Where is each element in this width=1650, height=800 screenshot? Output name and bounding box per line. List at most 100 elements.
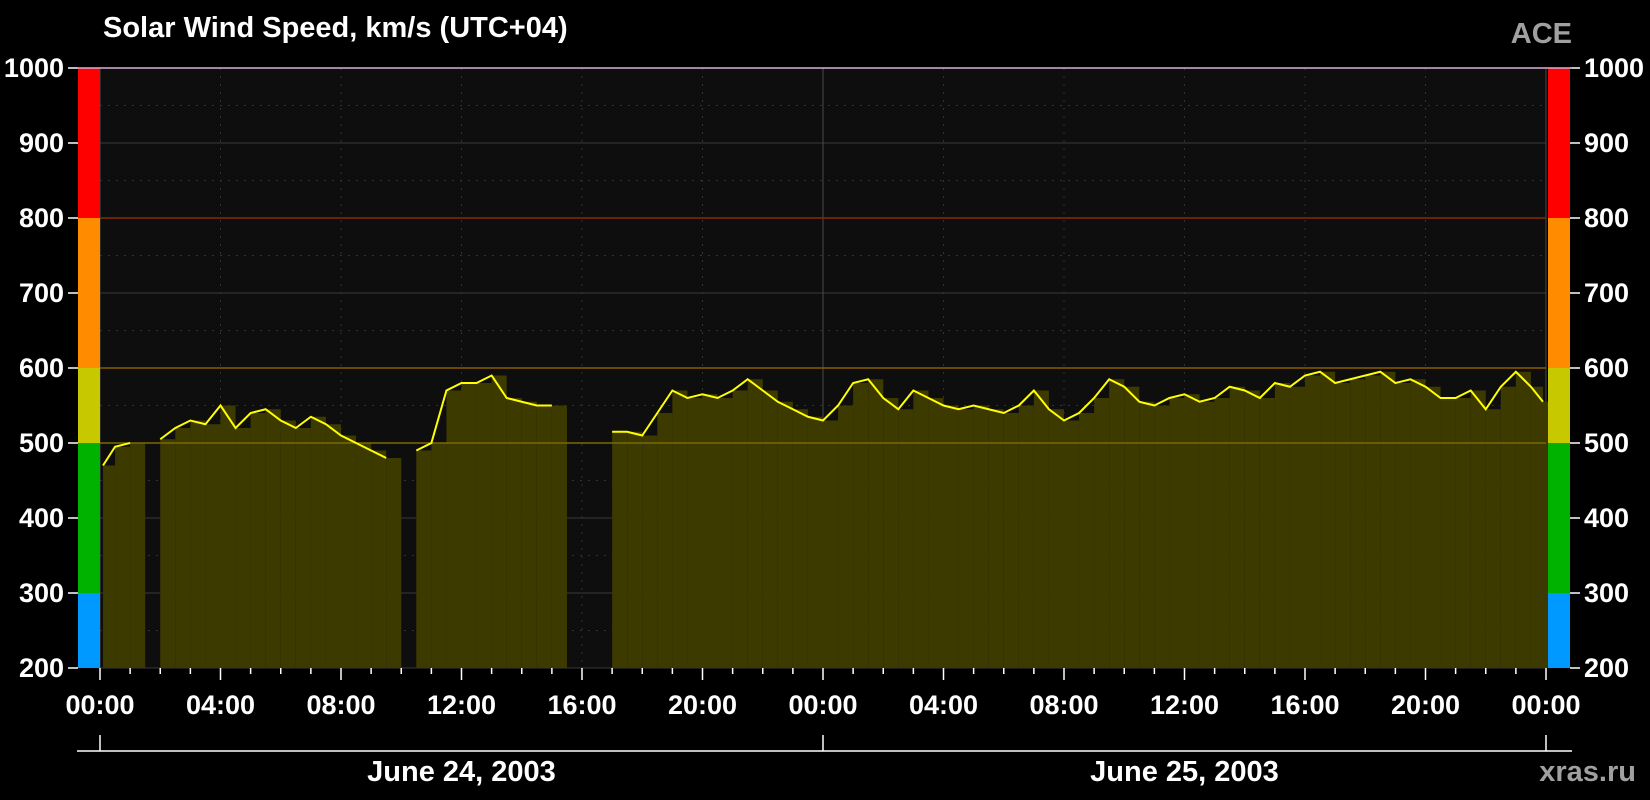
speed-bar (642, 435, 658, 668)
speed-bar (310, 416, 326, 668)
level-band (1548, 593, 1570, 668)
y-tick-label: 400 (19, 503, 64, 533)
speed-bar (1305, 375, 1321, 668)
y-tick-label: 700 (19, 278, 64, 308)
speed-bar (1244, 390, 1260, 668)
speed-bar (928, 398, 944, 668)
speed-bar (356, 443, 372, 668)
speed-bar (1154, 405, 1170, 668)
speed-bar (823, 420, 839, 668)
speed-bar (461, 383, 477, 668)
level-bands-left (78, 68, 100, 668)
speed-bar (1259, 398, 1275, 668)
speed-bar (762, 390, 778, 668)
speed-bar (898, 409, 914, 668)
y-tick-label: 300 (19, 578, 64, 608)
speed-bar (160, 439, 176, 668)
speed-bar (130, 443, 146, 668)
x-tick-label: 04:00 (909, 690, 978, 720)
speed-bar (1124, 386, 1140, 668)
level-bands-right (1548, 68, 1570, 668)
speed-bar (491, 375, 507, 668)
speed-bar (988, 409, 1004, 668)
speed-bar (1470, 390, 1486, 668)
y-tick-label: 600 (1584, 353, 1629, 383)
y-tick-label: 600 (19, 353, 64, 383)
y-tick-label: 1000 (4, 53, 64, 83)
speed-bar (1289, 386, 1305, 668)
x-tick-label: 00:00 (65, 690, 134, 720)
speed-bar (190, 420, 206, 668)
speed-bar (1440, 398, 1456, 668)
speed-bar (1350, 379, 1366, 668)
speed-bar (1500, 386, 1516, 668)
speed-bar (103, 465, 116, 668)
credit-label: xras.ru (1539, 756, 1636, 788)
level-band (1548, 368, 1570, 443)
speed-bar (657, 413, 673, 668)
speed-bar (325, 424, 341, 668)
speed-bar (1515, 371, 1531, 668)
y-tick-label: 200 (19, 653, 64, 683)
speed-bar (747, 379, 763, 668)
speed-bar (1365, 375, 1381, 668)
level-band (78, 218, 100, 368)
speed-bar (175, 428, 191, 668)
speed-bar (838, 405, 854, 668)
speed-bar (536, 405, 552, 668)
speed-bar (1229, 386, 1245, 668)
x-tick-label: 12:00 (427, 690, 496, 720)
solar-wind-chart: 200 300 400 500 600 700 800 900 1000 200 300 400 50… (4, 12, 1644, 788)
speed-bar (1048, 409, 1064, 668)
x-axis: 00:00 04:00 08:00 12:00 16:00 20:00 00:00 04:00… (65, 668, 1581, 720)
speed-bar (807, 416, 823, 668)
speed-bar (627, 431, 643, 668)
speed-bar (1064, 420, 1080, 668)
x-tick-label: 08:00 (1029, 690, 1098, 720)
speed-bar (853, 383, 869, 668)
x-tick-label: 00:00 (788, 690, 857, 720)
speed-bar (280, 420, 296, 668)
speed-bar (551, 405, 567, 668)
speed-bar (1485, 409, 1501, 668)
speed-bar (943, 405, 959, 668)
speed-bar (220, 405, 236, 668)
speed-bar (717, 398, 733, 668)
x-tick-label: 20:00 (1391, 690, 1460, 720)
y-tick-label: 500 (1584, 428, 1629, 458)
date-label: June 24, 2003 (367, 756, 556, 788)
speed-bar (476, 383, 492, 668)
speed-bar (1109, 379, 1125, 668)
speed-bar (612, 431, 628, 668)
speed-bar (371, 450, 387, 668)
speed-bar (687, 398, 703, 668)
speed-bar (1530, 386, 1543, 668)
speed-bar (1094, 398, 1110, 668)
speed-bar (672, 390, 688, 668)
y-tick-label: 200 (1584, 653, 1629, 683)
speed-bar (1380, 371, 1396, 668)
y-tick-label: 800 (19, 203, 64, 233)
speed-bar (702, 394, 718, 668)
speed-bar (1214, 398, 1230, 668)
speed-bar (1395, 383, 1411, 668)
y-tick-label: 1000 (1584, 53, 1644, 83)
speed-bar (958, 409, 974, 668)
speed-bar (416, 450, 432, 668)
speed-bar (431, 443, 447, 668)
speed-bar (1335, 383, 1351, 668)
speed-bar (1079, 413, 1095, 668)
speed-bar (1274, 383, 1290, 668)
speed-bar (1003, 413, 1019, 668)
speed-bar (521, 401, 537, 668)
x-tick-label: 20:00 (668, 690, 737, 720)
speed-bar (341, 435, 357, 668)
speed-bar (792, 409, 808, 668)
speed-bar (1169, 398, 1185, 668)
y-tick-label: 700 (1584, 278, 1629, 308)
level-band (78, 368, 100, 443)
speed-bar (506, 398, 522, 668)
speed-bar (1184, 394, 1200, 668)
level-band (78, 443, 100, 593)
y-tick-label: 800 (1584, 203, 1629, 233)
